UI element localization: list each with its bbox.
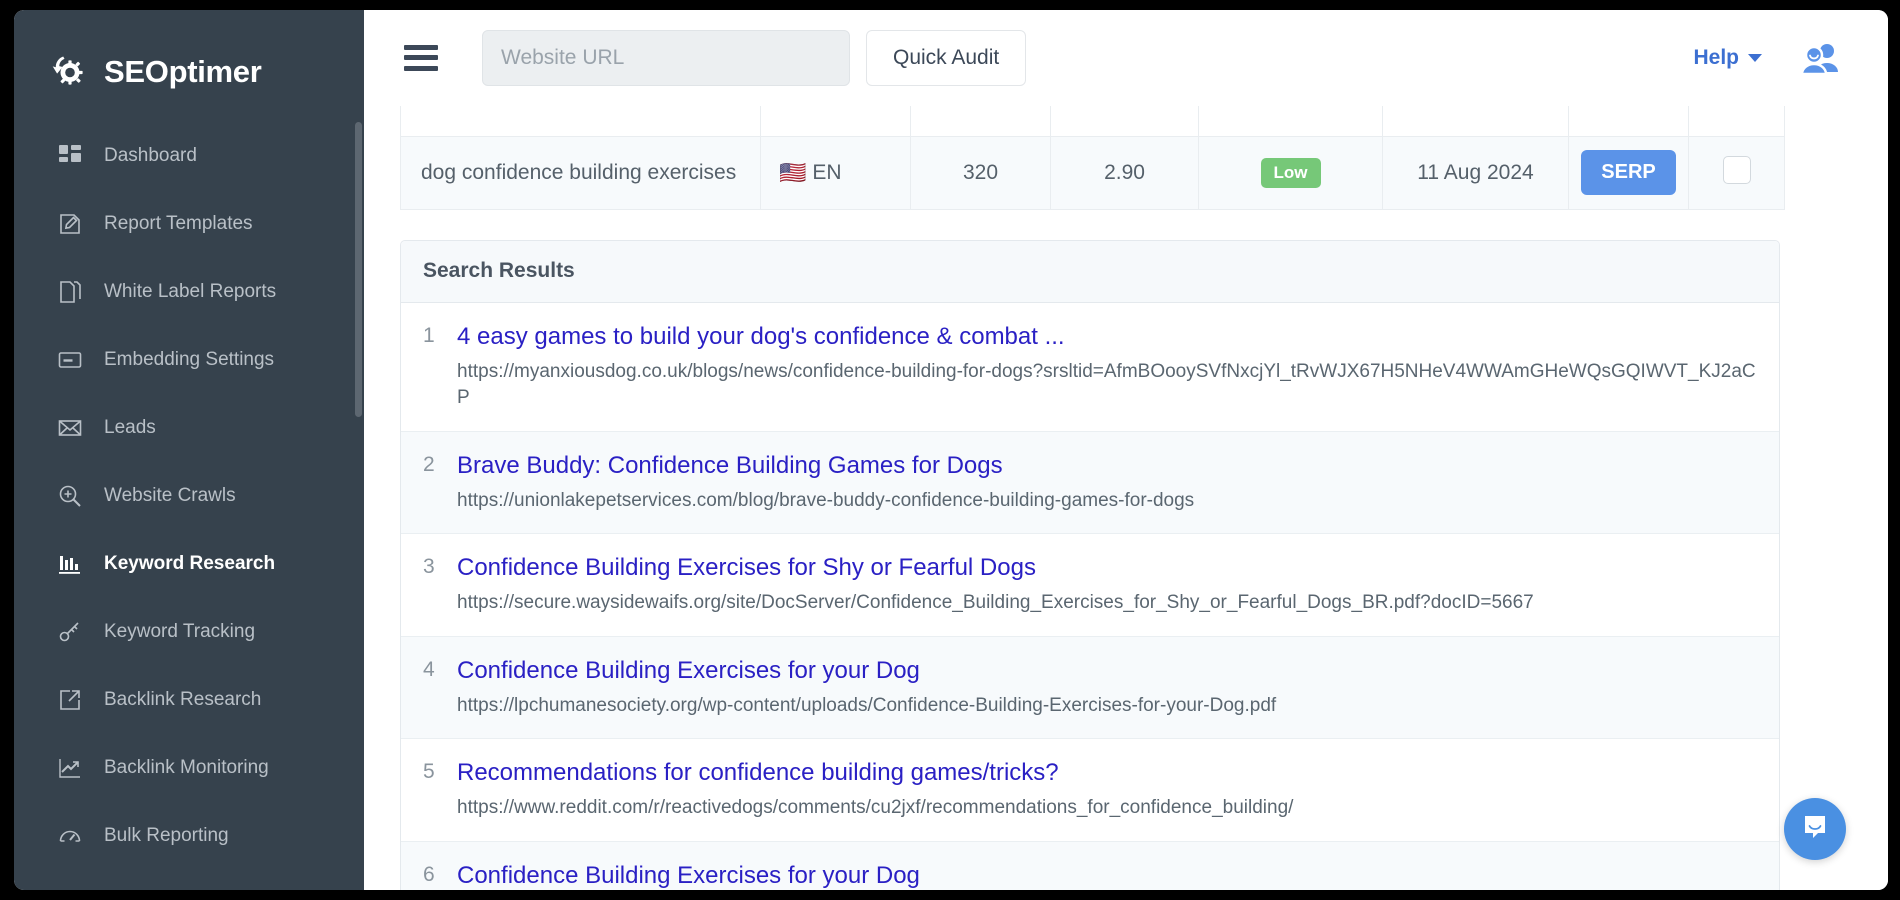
cell-competition: Low <box>1199 136 1383 209</box>
sidebar: SEOptimer Dashboard <box>14 10 364 890</box>
result-url: https://myanxiousdog.co.uk/blogs/news/co… <box>457 359 1757 412</box>
status-badge: Low <box>1261 158 1321 188</box>
result-url: https://unionlakepetservices.com/blog/br… <box>457 488 1757 515</box>
sidebar-item-backlink-research[interactable]: Backlink Research <box>14 666 364 734</box>
sidebar-item-white-label-reports[interactable]: White Label Reports <box>14 258 364 326</box>
sidebar-item-backlink-monitoring[interactable]: Backlink Monitoring <box>14 734 364 802</box>
chevron-down-icon <box>1748 54 1762 62</box>
sidebar-item-website-crawls[interactable]: Website Crawls <box>14 462 364 530</box>
cell-last-updated: 11 Aug 2024 <box>1383 136 1569 209</box>
app-window: SEOptimer Dashboard <box>14 10 1888 890</box>
keyword-results-table: dog confidence building exercises 🇺🇸 EN 3… <box>400 106 1785 210</box>
gauge-icon <box>58 824 82 848</box>
list-item[interactable]: 2 Brave Buddy: Confidence Building Games… <box>401 432 1779 535</box>
sidebar-item-report-templates[interactable]: Report Templates <box>14 190 364 258</box>
result-url: https://www.reddit.com/r/reactivedogs/co… <box>457 795 1757 822</box>
cell-keyword: dog confidence building exercises <box>401 136 761 209</box>
result-rank: 4 <box>423 656 457 720</box>
result-rank: 1 <box>423 322 457 412</box>
list-item[interactable]: 5 Recommendations for confidence buildin… <box>401 739 1779 842</box>
cell-serp: SERP <box>1569 136 1689 209</box>
sidebar-item-keyword-tracking[interactable]: Keyword Tracking <box>14 598 364 666</box>
sidebar-item-dashboard[interactable]: Dashboard <box>14 122 364 190</box>
top-header: Quick Audit Help <box>364 10 1888 106</box>
dashboard-icon <box>58 144 82 168</box>
result-title-link[interactable]: Brave Buddy: Confidence Building Games f… <box>457 451 1757 481</box>
bar-chart-icon <box>58 552 82 576</box>
result-url: https://lpchumanesociety.org/wp-content/… <box>457 693 1757 720</box>
list-item[interactable]: 1 4 easy games to build your dog's confi… <box>401 303 1779 432</box>
search-results-heading: Search Results <box>401 241 1779 303</box>
sidebar-item-label: Backlink Monitoring <box>104 757 269 779</box>
result-rank: 6 <box>423 861 457 890</box>
row-checkbox[interactable] <box>1723 156 1751 184</box>
help-label: Help <box>1693 46 1739 70</box>
magnifier-plus-icon <box>58 484 82 508</box>
sidebar-item-label: Backlink Research <box>104 689 261 711</box>
sidebar-item-label: Embedding Settings <box>104 349 274 371</box>
sidebar-item-keyword-research[interactable]: Keyword Research <box>14 530 364 598</box>
brand[interactable]: SEOptimer <box>14 10 364 106</box>
envelope-icon <box>58 416 82 440</box>
result-rank: 5 <box>423 758 457 822</box>
website-url-input[interactable] <box>482 30 850 86</box>
table-row-partial <box>401 106 1785 136</box>
sidebar-item-label: Bulk Reporting <box>104 825 229 847</box>
sidebar-item-label: Keyword Research <box>104 553 275 575</box>
pencil-square-icon <box>58 212 82 236</box>
sidebar-item-leads[interactable]: Leads <box>14 394 364 462</box>
external-link-icon <box>58 688 82 712</box>
trend-up-icon <box>58 756 82 780</box>
key-icon <box>58 620 82 644</box>
sidebar-item-label: Dashboard <box>104 145 197 167</box>
result-title-link[interactable]: Recommendations for confidence building … <box>457 758 1757 788</box>
cell-volume: 320 <box>911 136 1051 209</box>
quick-audit-button[interactable]: Quick Audit <box>866 30 1026 86</box>
result-rank: 2 <box>423 451 457 515</box>
cell-cpc: 2.90 <box>1051 136 1199 209</box>
sidebar-item-label: Website Crawls <box>104 485 236 507</box>
result-title-link[interactable]: Confidence Building Exercises for your D… <box>457 861 1757 890</box>
embed-card-icon <box>58 348 82 372</box>
list-item[interactable]: 3 Confidence Building Exercises for Shy … <box>401 534 1779 637</box>
hamburger-icon[interactable] <box>404 45 438 71</box>
header-actions: Help <box>1693 42 1888 74</box>
chat-bubble-icon <box>1800 812 1830 847</box>
help-menu[interactable]: Help <box>1693 46 1762 70</box>
result-title-link[interactable]: 4 easy games to build your dog's confide… <box>457 322 1757 352</box>
result-url: https://secure.waysidewaifs.org/site/Doc… <box>457 590 1757 617</box>
us-flag-icon: 🇺🇸 <box>779 160 806 185</box>
sidebar-item-embedding-settings[interactable]: Embedding Settings <box>14 326 364 394</box>
result-title-link[interactable]: Confidence Building Exercises for Shy or… <box>457 553 1757 583</box>
sidebar-item-label: Leads <box>104 417 156 439</box>
search-results-panel: Search Results 1 4 easy games to build y… <box>400 240 1780 891</box>
users-icon[interactable] <box>1800 42 1842 74</box>
list-item[interactable]: 4 Confidence Building Exercises for your… <box>401 637 1779 740</box>
result-title-link[interactable]: Confidence Building Exercises for your D… <box>457 656 1757 686</box>
chat-widget-button[interactable] <box>1784 798 1846 860</box>
sidebar-item-label: Keyword Tracking <box>104 621 255 643</box>
sidebar-item-label: White Label Reports <box>104 281 276 303</box>
list-item[interactable]: 6 Confidence Building Exercises for your… <box>401 842 1779 890</box>
serp-button[interactable]: SERP <box>1581 150 1675 195</box>
sidebar-item-bulk-reporting[interactable]: Bulk Reporting <box>14 802 364 870</box>
sidebar-nav: Dashboard Report Templates <box>14 106 364 870</box>
language-code: EN <box>812 161 841 184</box>
seoptimer-gear-logo-icon <box>48 50 92 94</box>
sidebar-scrollbar-thumb[interactable] <box>355 122 362 417</box>
brand-name: SEOptimer <box>104 54 262 90</box>
documents-icon <box>58 280 82 304</box>
cell-language: 🇺🇸 EN <box>761 136 911 209</box>
table-row: dog confidence building exercises 🇺🇸 EN 3… <box>401 136 1785 209</box>
sidebar-item-label: Report Templates <box>104 213 253 235</box>
cell-select <box>1689 136 1785 209</box>
result-rank: 3 <box>423 553 457 617</box>
main-content: dog confidence building exercises 🇺🇸 EN 3… <box>364 106 1888 890</box>
